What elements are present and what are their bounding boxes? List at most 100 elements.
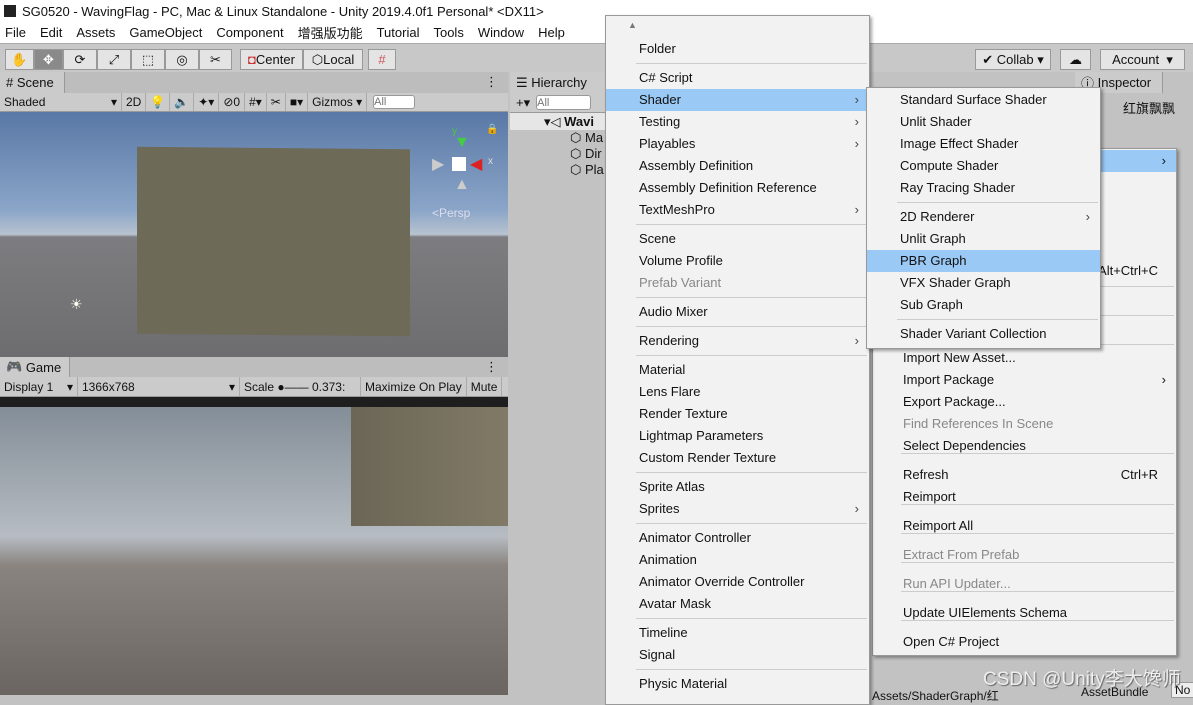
menu-item-sub-graph[interactable]: Sub Graph [867, 294, 1100, 316]
menu-item-animation[interactable]: Animation [606, 549, 869, 571]
pivot-center-button[interactable]: ◘ Center [240, 49, 303, 70]
scene-view[interactable]: ☀ ▼ y ◀ x ▶ ▲ <Persp 🔒 [0, 112, 508, 357]
menu-item-2d-renderer[interactable]: 2D Renderer › [867, 206, 1100, 228]
rect-tool-button[interactable]: ⬚ [131, 49, 165, 70]
menu-item-open-c-project[interactable]: Open C# Project [873, 631, 1176, 653]
pivot-local-button[interactable]: ⬡ Local [303, 49, 363, 70]
lock-icon[interactable]: 🔒 [486, 124, 498, 135]
menu-item-timeline[interactable]: Timeline [606, 622, 869, 644]
menu-item-reimport-all[interactable]: Reimport All [873, 515, 1176, 537]
hidden-objects-toggle[interactable]: ⊘ 0 [219, 93, 246, 111]
menu-item-prefab-variant[interactable]: Prefab Variant [606, 272, 869, 294]
menu-item-export-package[interactable]: Export Package... [873, 391, 1176, 413]
menu-item-standard-surface-shader[interactable]: Standard Surface Shader [867, 89, 1100, 111]
display-dropdown[interactable]: Display 1 ▾ [0, 377, 78, 396]
more-icon[interactable]: ⋮ [485, 359, 498, 375]
tools-icon[interactable]: ✂ [267, 93, 286, 111]
account-button[interactable]: Account ▾ [1100, 49, 1185, 70]
menu-edit[interactable]: Edit [40, 25, 62, 40]
scene-root-item[interactable]: ▾◁ Wavi [510, 113, 610, 130]
grid-icon[interactable]: #▾ [245, 93, 267, 111]
menu-item-rendering[interactable]: Rendering › [606, 330, 869, 352]
snap-button[interactable]: # [368, 49, 396, 70]
tab-scene[interactable]: # Scene [0, 72, 65, 93]
audio-icon[interactable]: 🔈 [170, 93, 195, 111]
cloud-button[interactable]: ☁ [1060, 49, 1091, 70]
gizmos-dropdown[interactable]: Gizmos ▾ [308, 93, 368, 111]
menu-item-render-texture[interactable]: Render Texture [606, 403, 869, 425]
menu-tutorial[interactable]: Tutorial [377, 25, 420, 40]
scale-slider[interactable]: Scale ●—— 0.373: [240, 377, 361, 396]
menu-item-testing[interactable]: Testing › [606, 111, 869, 133]
menu-item-unlit-shader[interactable]: Unlit Shader [867, 111, 1100, 133]
mute-toggle[interactable]: Mute [467, 377, 503, 396]
menu-item-scene[interactable]: Scene [606, 228, 869, 250]
menu-item-reimport[interactable]: Reimport [873, 486, 1176, 508]
menu-item-material[interactable]: Material [606, 359, 869, 381]
menu-item-avatar-mask[interactable]: Avatar Mask [606, 593, 869, 615]
menu-window[interactable]: Window [478, 25, 524, 40]
hierarchy-item[interactable]: ⬡ Ma [510, 130, 610, 146]
menu-item-update-uielements-schema[interactable]: Update UIElements Schema [873, 602, 1176, 624]
menu-item-run-api-updater[interactable]: Run API Updater... [873, 573, 1176, 595]
menu-file[interactable]: File [5, 25, 26, 40]
transform-tool-button[interactable]: ◎ [165, 49, 199, 70]
menu-item-signal[interactable]: Signal [606, 644, 869, 666]
menu-item-lightmap-parameters[interactable]: Lightmap Parameters [606, 425, 869, 447]
hierarchy-search-input[interactable] [536, 95, 592, 110]
menu-item-shader-variant-collection[interactable]: Shader Variant Collection [867, 323, 1100, 345]
scroll-up-icon[interactable]: ▲ [628, 20, 637, 30]
menu-item-lens-flare[interactable]: Lens Flare [606, 381, 869, 403]
menu-item-import-new-asset[interactable]: Import New Asset... [873, 347, 1176, 369]
menu-item-physic-material[interactable]: Physic Material [606, 673, 869, 695]
tab-game[interactable]: 🎮 Game [0, 357, 70, 377]
menu-item-unlit-graph[interactable]: Unlit Graph [867, 228, 1100, 250]
menu-gameobject[interactable]: GameObject [129, 25, 202, 40]
menu-item-assembly-definition[interactable]: Assembly Definition [606, 155, 869, 177]
rotate-tool-button[interactable]: ⟳ [63, 49, 97, 70]
effects-icon[interactable]: ✦▾ [194, 93, 220, 111]
menu-help[interactable]: Help [538, 25, 565, 40]
menu-item-import-package[interactable]: Import Package › [873, 369, 1176, 391]
menu-item-sprites[interactable]: Sprites › [606, 498, 869, 520]
custom-tool-button[interactable]: ✂ [199, 49, 232, 70]
perspective-label[interactable]: <Persp [432, 206, 470, 220]
menu-item-shader[interactable]: Shader › [606, 89, 869, 111]
scale-tool-button[interactable]: ⤢ [97, 49, 131, 70]
menu-item-assembly-definition-reference[interactable]: Assembly Definition Reference [606, 177, 869, 199]
menu-item-pbr-graph[interactable]: PBR Graph [867, 250, 1100, 272]
menu-item-sprite-atlas[interactable]: Sprite Atlas [606, 476, 869, 498]
menu-item-playables[interactable]: Playables › [606, 133, 869, 155]
2d-toggle[interactable]: 2D [122, 93, 147, 111]
menu-item-animator-override-controller[interactable]: Animator Override Controller [606, 571, 869, 593]
more-icon[interactable]: ⋮ [485, 74, 498, 90]
menu-item-animator-controller[interactable]: Animator Controller [606, 527, 869, 549]
menu-item-audio-mixer[interactable]: Audio Mixer [606, 301, 869, 323]
scene-gizmo[interactable]: ▼ y ◀ x ▶ ▲ [428, 124, 498, 204]
menu-item-folder[interactable]: Folder [606, 38, 869, 60]
menu-item-custom-render-texture[interactable]: Custom Render Texture [606, 447, 869, 469]
maximize-on-play-toggle[interactable]: Maximize On Play [361, 377, 467, 396]
menu-assets[interactable]: Assets [76, 25, 115, 40]
collab-button[interactable]: ✔ Collab ▾ [975, 49, 1051, 70]
hierarchy-item[interactable]: ⬡ Dir [510, 146, 610, 162]
tab-hierarchy[interactable]: ☰ Hierarchy [510, 72, 610, 93]
menu-item-select-dependencies[interactable]: Select Dependencies [873, 435, 1176, 457]
menu-item-volume-profile[interactable]: Volume Profile [606, 250, 869, 272]
menu-tools[interactable]: Tools [433, 25, 463, 40]
resolution-dropdown[interactable]: 1366x768 ▾ [78, 377, 240, 396]
hand-tool-button[interactable]: ✋ [5, 49, 34, 70]
menu-item-textmeshpro[interactable]: TextMeshPro › [606, 199, 869, 221]
menu-item-refresh[interactable]: Refresh Ctrl+R [873, 464, 1176, 486]
game-view[interactable] [0, 397, 508, 695]
menu-item-extract-from-prefab[interactable]: Extract From Prefab [873, 544, 1176, 566]
scene-search-input[interactable] [373, 95, 416, 109]
menu-item-vfx-shader-graph[interactable]: VFX Shader Graph [867, 272, 1100, 294]
add-button[interactable]: +▾ [516, 95, 530, 111]
camera-icon[interactable]: ■▾ [286, 93, 309, 111]
menu-component[interactable]: Component [216, 25, 283, 40]
menu-item-compute-shader[interactable]: Compute Shader [867, 155, 1100, 177]
menu-item-image-effect-shader[interactable]: Image Effect Shader [867, 133, 1100, 155]
flag-quad[interactable] [137, 146, 410, 337]
menu-item-c-script[interactable]: C# Script [606, 67, 869, 89]
